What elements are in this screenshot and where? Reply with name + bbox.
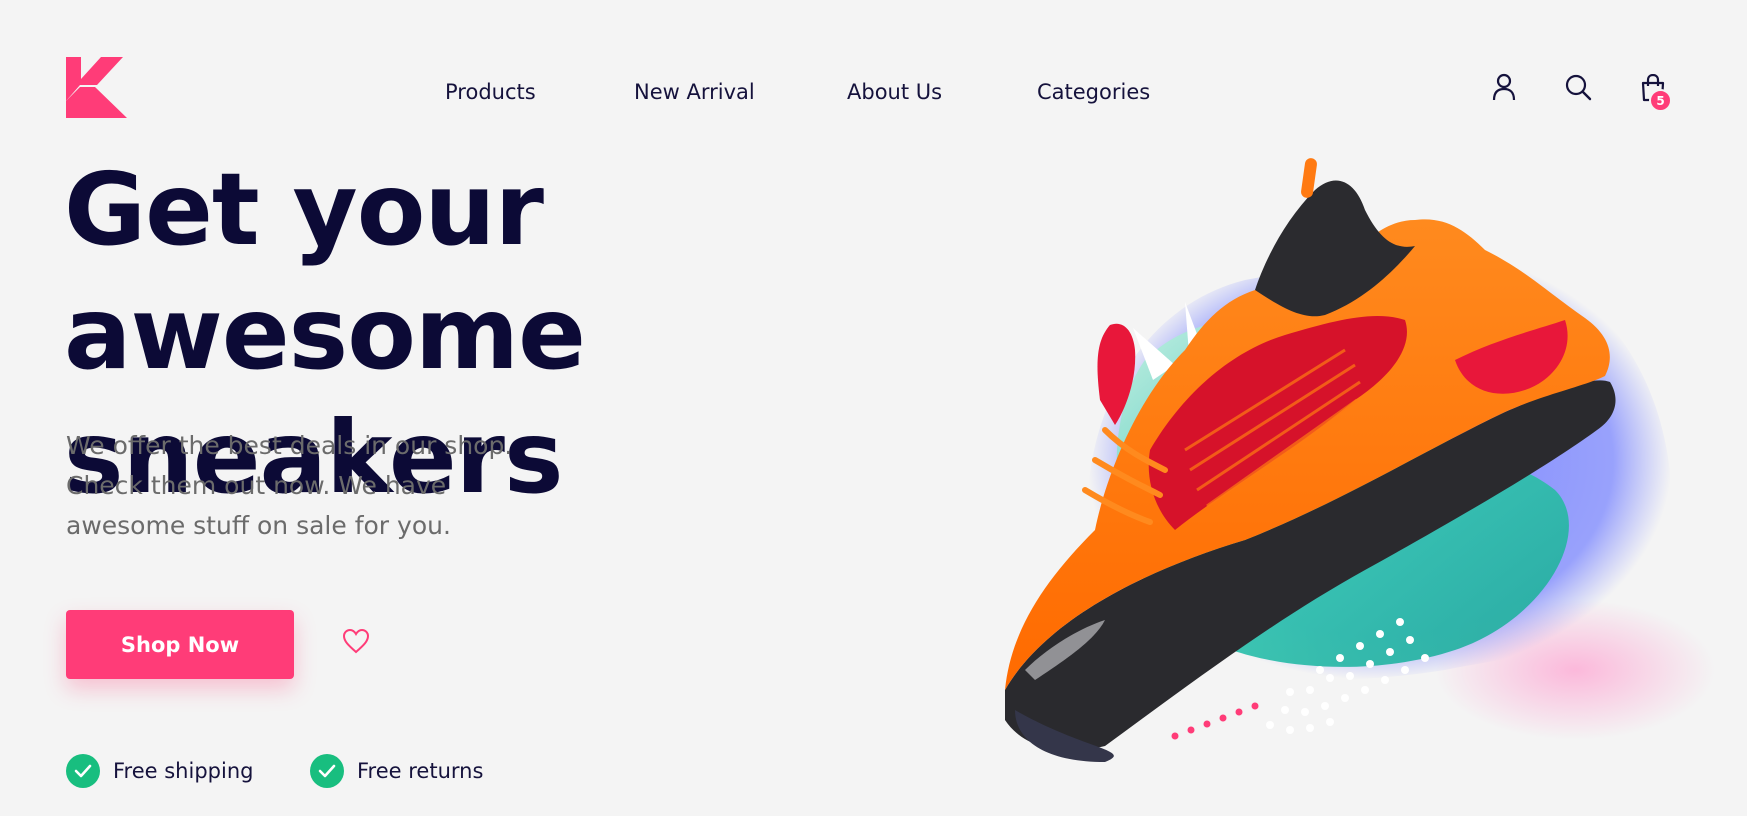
brand-logo[interactable]	[66, 57, 127, 118]
check-icon	[66, 754, 100, 788]
search-icon[interactable]	[1565, 74, 1592, 101]
heart-icon[interactable]	[342, 628, 370, 654]
nav-products[interactable]: Products	[445, 80, 536, 104]
perk-label: Free shipping	[113, 759, 254, 783]
cart-count-badge: 5	[1649, 89, 1672, 112]
nav-new-arrival[interactable]: New Arrival	[634, 80, 755, 104]
headline-line-1: Get your awesome	[64, 151, 586, 392]
shop-now-button[interactable]: Shop Now	[66, 610, 294, 679]
nav-about-us[interactable]: About Us	[847, 80, 942, 104]
user-icon[interactable]	[1492, 73, 1516, 101]
hero-description: We offer the best deals in our shop. Che…	[66, 431, 513, 540]
perk-label: Free returns	[357, 759, 484, 783]
check-icon	[310, 754, 344, 788]
perk-free-returns: Free returns	[310, 754, 483, 788]
sneaker-hero-image	[1005, 158, 1715, 762]
perk-free-shipping: Free shipping	[66, 754, 253, 788]
nav-categories[interactable]: Categories	[1037, 80, 1150, 104]
